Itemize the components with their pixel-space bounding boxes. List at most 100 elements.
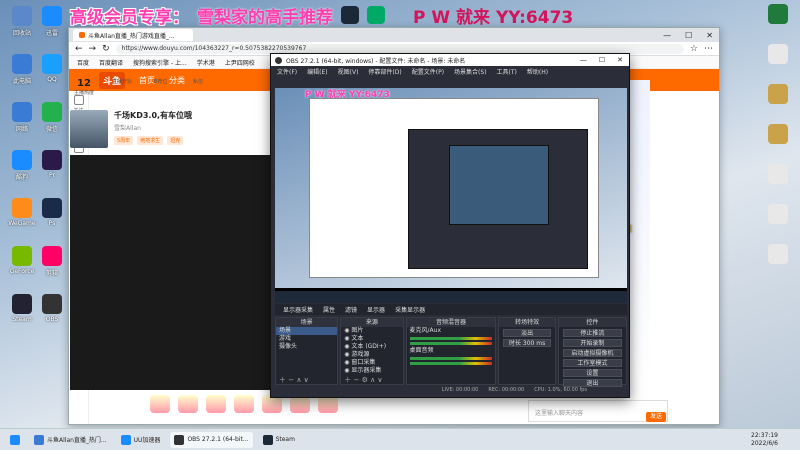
scenes-dock: 场景 场景 游戏 摄像头 ＋ − ∧ ∨ [275, 317, 339, 385]
obs-menu-item[interactable]: 配置文件(P) [412, 67, 444, 76]
desktop-icon[interactable] [760, 164, 796, 186]
desktop-icon[interactable] [760, 4, 796, 26]
minimize-icon[interactable]: — [580, 56, 587, 64]
taskbar-app-icon [262, 434, 273, 445]
browser-tab[interactable]: 斗鱼Allan直播_热门游戏直播_... [73, 29, 193, 41]
control-button[interactable]: 开始录制 [562, 339, 622, 347]
volume-slider[interactable] [409, 362, 493, 365]
desktop-icon[interactable]: 剪辑 [34, 246, 70, 277]
bookmark-item[interactable]: 上尹四网校 [225, 58, 255, 67]
forward-icon[interactable]: → [89, 44, 97, 54]
control-button[interactable]: 工作室模式 [562, 359, 622, 367]
source-toolbar-item[interactable]: 属性 [323, 305, 335, 314]
bookmark-item[interactable]: 百度 [77, 58, 89, 67]
room-tag[interactable]: 5周年 [114, 136, 134, 145]
scene-item[interactable]: 游戏 [276, 335, 337, 343]
obs-title-bar: OBS 27.2.1 (64-bit, windows) - 配置文件: 未命名… [271, 54, 629, 66]
desktop-icon[interactable] [760, 204, 796, 226]
desktop-icon[interactable]: Pr [34, 150, 70, 179]
source-toolbar-item[interactable]: 采集显示器 [395, 305, 425, 314]
stat-item[interactable]: 私信 [184, 78, 212, 96]
send-button[interactable]: 发送 [646, 412, 666, 422]
room-info: 千场KD3.0,有车位哦 雪梨Allan 5周年 绝地求生 坦克 [70, 110, 290, 155]
desktop-icon[interactable]: OBS [34, 294, 70, 323]
gift-icon[interactable] [234, 395, 254, 413]
bookmark-item[interactable]: 搜狗搜索引擎 - 上... [133, 58, 187, 67]
obs-menu-item[interactable]: 场景集合(S) [454, 67, 487, 76]
gift-icon[interactable] [178, 395, 198, 413]
transition-setting[interactable]: 淡出 [503, 329, 551, 337]
obs-menu-item[interactable]: 编辑(E) [307, 67, 327, 76]
gift-icon[interactable] [150, 395, 170, 413]
streamer-name[interactable]: 雪梨Allan [114, 123, 192, 132]
scene-item[interactable]: 场景 [276, 327, 338, 335]
room-avatar[interactable] [70, 110, 108, 148]
desktop-icon[interactable] [760, 124, 796, 146]
desktop-icon[interactable] [760, 84, 796, 106]
scenes-footer[interactable]: ＋ − ∧ ∨ [276, 375, 337, 384]
desktop-app-icon [42, 294, 62, 314]
maximize-icon[interactable]: ☐ [599, 56, 605, 64]
preview-taskbar [275, 291, 627, 303]
stat-item[interactable]: 推荐位 [146, 78, 174, 96]
obs-status-bar: LIVE: 00:00:00 REC: 00:00:00 CPU: 1.0%, 60… [275, 387, 627, 397]
source-item[interactable]: ◉ 游戏源 [341, 351, 402, 359]
source-toolbar-item[interactable]: 显示器采集 [283, 305, 313, 314]
room-tag[interactable]: 绝地求生 [137, 136, 164, 145]
url-field[interactable]: https://www.douyu.com/104363227_r=0.5075… [115, 43, 684, 54]
source-toolbar-item[interactable]: 滤镜 [345, 305, 357, 314]
desktop-icon[interactable]: QQ [34, 54, 70, 83]
desktop-icon[interactable]: 迅雷 [34, 6, 70, 37]
bookmark-item[interactable]: 学术港 [197, 58, 215, 67]
start-button[interactable] [6, 432, 24, 448]
room-tags: 5周年 绝地求生 坦克 [114, 136, 192, 145]
star-icon[interactable]: ☆ [690, 44, 698, 54]
room-tag[interactable]: 坦克 [167, 136, 184, 145]
source-item[interactable]: ◉ 显示器采集 [341, 367, 402, 375]
desktop-icon[interactable] [760, 44, 796, 66]
obs-menu-bar: 文件(F) 编辑(E) 视图(V) 停靠部件(D) 配置文件(P) 场景集合(S) 工具(T… [271, 66, 629, 77]
taskbar-item[interactable]: OBS 27.2.1 (64-bit... [170, 431, 253, 448]
taskbar-item[interactable]: Steam [259, 432, 299, 448]
scene-item[interactable]: 摄像头 [276, 343, 337, 351]
taskbar-item-label: UU加速器 [133, 437, 161, 444]
back-icon[interactable]: ← [75, 44, 83, 54]
maximize-icon[interactable]: ☐ [685, 31, 692, 40]
obs-menu-item[interactable]: 工具(T) [497, 67, 517, 76]
obs-menu-item[interactable]: 帮助(H) [527, 67, 548, 76]
desktop-icon[interactable]: 微信 [34, 102, 70, 133]
bookmark-item[interactable]: 百度翻译 [99, 58, 123, 67]
close-icon[interactable]: ✕ [706, 31, 713, 40]
control-button[interactable]: 启动虚拟摄像机 [562, 349, 622, 357]
desktop-icon[interactable] [760, 244, 796, 266]
obs-menu-item[interactable]: 停靠部件(D) [368, 67, 401, 76]
obs-menu-item[interactable]: 文件(F) [277, 67, 297, 76]
control-button[interactable]: 停止推流 [562, 329, 622, 337]
clock[interactable]: 22:37:19 2022/6/6 [751, 432, 800, 448]
close-icon[interactable]: ✕ [617, 56, 623, 64]
taskbar-item[interactable]: UU加速器 [117, 432, 165, 448]
source-item[interactable]: ◉ 文本 [341, 335, 402, 343]
taskbar-item[interactable]: 斗鱼Allan直播_热门... [30, 432, 111, 448]
transition-setting[interactable]: 时长 300 ms [503, 339, 551, 347]
source-item[interactable]: ◉ 窗口采集 [341, 359, 402, 367]
banner-text-2: 雪梨家的高手推荐 [197, 7, 333, 28]
desktop-icon[interactable]: Ps [34, 198, 70, 227]
stat-item[interactable]: 直播开始 [108, 78, 136, 96]
video-player[interactable] [70, 155, 270, 390]
sources-footer[interactable]: ＋ − ⚙ ∧ ∨ [341, 375, 402, 384]
obs-preview[interactable]: P W 就来 YY:6473 [275, 88, 627, 303]
gift-icon[interactable] [206, 395, 226, 413]
obs-menu-item[interactable]: 视图(V) [338, 67, 359, 76]
menu-icon[interactable]: ⋯ [704, 44, 713, 54]
source-item[interactable]: ◉ 图片 [341, 327, 402, 335]
control-button[interactable]: 退出 [562, 379, 622, 387]
stat-item[interactable]: 12 主播热度 [70, 78, 98, 96]
source-item[interactable]: ◉ 文本 (GDI+) [341, 343, 402, 351]
source-toolbar-item[interactable]: 显示器 [367, 305, 385, 314]
control-button[interactable]: 设置 [562, 369, 622, 377]
refresh-icon[interactable]: ↻ [102, 44, 110, 54]
volume-slider[interactable] [409, 342, 493, 345]
transitions-dock: 转场特效 淡出 时长 300 ms [498, 317, 556, 385]
minimize-icon[interactable]: — [663, 31, 671, 40]
